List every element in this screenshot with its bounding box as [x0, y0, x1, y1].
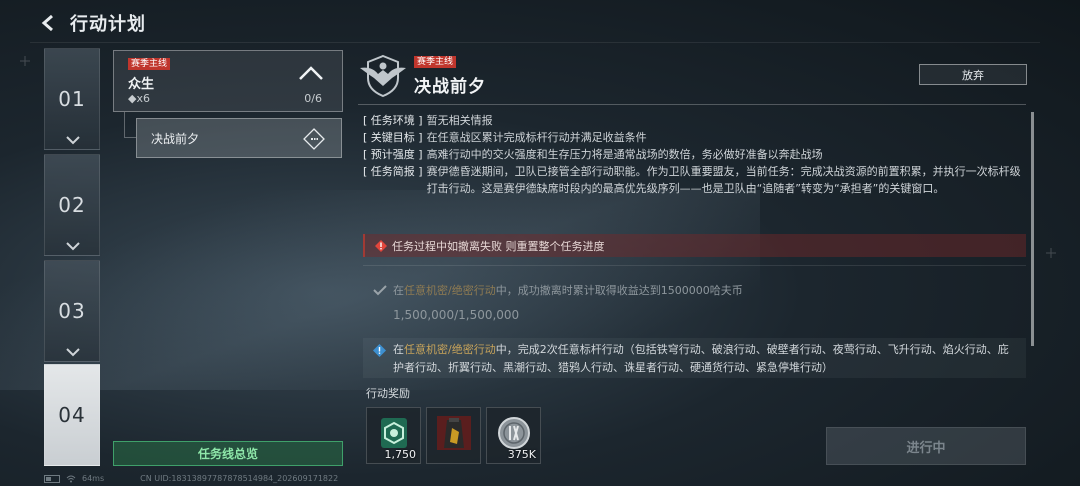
questline-overview-button[interactable]: 任务线总览 [113, 441, 343, 466]
objective-text: 在任意机密/绝密行动中，成功撤离时累计取得收益达到1500000哈夫币 [393, 284, 743, 297]
season-main-tag: 赛季主线 [128, 58, 171, 70]
warning-banner: 任务过程中如撤离失败 则重置整个任务进度 [363, 234, 1026, 257]
tab-chapter-04[interactable]: 04 [44, 364, 100, 466]
info-row: [ 任务环境 ] 暂无相关情报 [363, 112, 1023, 129]
sub-quest-label: 决战前夕 [151, 131, 200, 146]
reward-quantity: 1,750 [384, 448, 417, 461]
abandon-button[interactable]: 放弃 [919, 64, 1027, 85]
info-row: [ 预计强度 ] 高难行动中的交火强度和生存压力将是通常战场的数倍，务必做好准备… [363, 146, 1023, 163]
quest-reward-count: ◆x6 [128, 92, 150, 105]
tab-chapter-03[interactable]: 03 [44, 260, 100, 362]
info-row: [ 关键目标 ] 在任意战区累计完成标杆行动并满足收益条件 [363, 129, 1023, 146]
header: 行动计划 [38, 8, 146, 38]
battery-icon [44, 474, 60, 483]
warning-text: 任务过程中如撤离失败 则重置整个任务进度 [392, 239, 605, 253]
info-diamond-icon [373, 344, 386, 357]
objective-text: 在任意机密/绝密行动中，完成2次任意标杆行动（包括铁穹行动、破浪行动、破壁者行动… [393, 343, 1009, 374]
in-progress-button[interactable]: 进行中 [826, 427, 1026, 465]
info-value: 赛伊德昏迷期间，卫队已接管全部行动职能。作为卫队重要盟友，当前任务：完成决战资源… [426, 165, 1021, 195]
quest-progress: 0/6 [304, 92, 322, 105]
chevron-up-icon[interactable] [298, 65, 324, 81]
ping-text: 64ms [82, 474, 105, 483]
supply-bag-icon [437, 416, 471, 450]
sub-quest-item[interactable]: 决战前夕 [136, 118, 342, 158]
quest-name: 众生 [128, 77, 155, 92]
objective-active: 在任意机密/绝密行动中，完成2次任意标杆行动（包括铁穹行动、破浪行动、破壁者行动… [363, 338, 1026, 378]
info-value: 高难行动中的交火强度和生存压力将是通常战场的数倍，务必做好准备以奔赴战场 [426, 148, 823, 161]
header-divider [30, 42, 1040, 43]
rewards-label: 行动奖励 [366, 387, 410, 400]
reward-item[interactable]: 375K [486, 407, 541, 464]
warning-icon [375, 239, 387, 252]
uid-text: CN UID:1831389778787851498​4_20260917182… [140, 474, 339, 483]
quest-title: 决战前夕 [414, 77, 486, 97]
reward-item[interactable] [426, 407, 481, 464]
chapter-number: 03 [58, 299, 86, 323]
objective-progress: 1,500,000/1,500,000 [393, 308, 520, 322]
info-key: [ 关键目标 ] [363, 131, 423, 144]
info-key: [ 任务简报 ] [363, 165, 423, 178]
objective-completed: 在任意机密/绝密行动中，成功撤离时累计取得收益达到1500000哈夫币 1,50… [363, 280, 1026, 326]
chevron-down-icon [66, 136, 80, 145]
chevron-down-icon [66, 242, 80, 251]
info-row: [ 任务简报 ] 赛伊德昏迷期间，卫队已接管全部行动职能。作为卫队重要盟友，当前… [363, 163, 1023, 197]
page-title: 行动计划 [70, 14, 146, 35]
tab-chapter-01[interactable]: 01 [44, 48, 100, 150]
section-divider [363, 265, 1026, 266]
detail-scrollbar[interactable] [1031, 112, 1034, 346]
objective-highlight: 任意机密/绝密行动 [404, 343, 496, 356]
diamond-marker-icon [303, 128, 325, 150]
chapter-number: 04 [58, 403, 86, 427]
chevron-down-icon [66, 348, 80, 357]
eagle-emblem-icon [360, 54, 406, 98]
title-divider [358, 104, 1026, 105]
quest-card[interactable]: 赛季主线 众生 ◆x6 0/6 [113, 50, 343, 112]
checkmark-icon [373, 285, 387, 296]
info-value: 在任意战区累计完成标杆行动并满足收益条件 [426, 131, 647, 144]
green-badge-icon [381, 418, 407, 448]
chapter-number: 01 [58, 87, 86, 111]
reward-quantity: 375K [507, 448, 536, 461]
tree-connector [124, 112, 136, 138]
corner-crosshair-icon [20, 56, 30, 66]
objective-highlight: 任意机密/绝密行动 [404, 284, 496, 297]
info-key: [ 任务环境 ] [363, 114, 423, 127]
info-value: 暂无相关情报 [426, 114, 493, 127]
tab-chapter-02[interactable]: 02 [44, 154, 100, 256]
quest-info: [ 任务环境 ] 暂无相关情报 [ 关键目标 ] 在任意战区累计完成标杆行动并满… [363, 112, 1023, 197]
corner-crosshair-icon [1046, 248, 1056, 258]
silver-coin-icon [498, 417, 530, 449]
status-bar: 64ms CN UID:1831389778787851498​4_202609… [44, 474, 338, 483]
reward-item[interactable]: 1,750 [366, 407, 421, 464]
season-main-tag: 赛季主线 [414, 56, 457, 68]
chapter-number: 02 [58, 193, 86, 217]
wifi-icon [66, 475, 76, 482]
back-arrow-icon[interactable] [38, 12, 60, 34]
info-key: [ 预计强度 ] [363, 148, 423, 161]
